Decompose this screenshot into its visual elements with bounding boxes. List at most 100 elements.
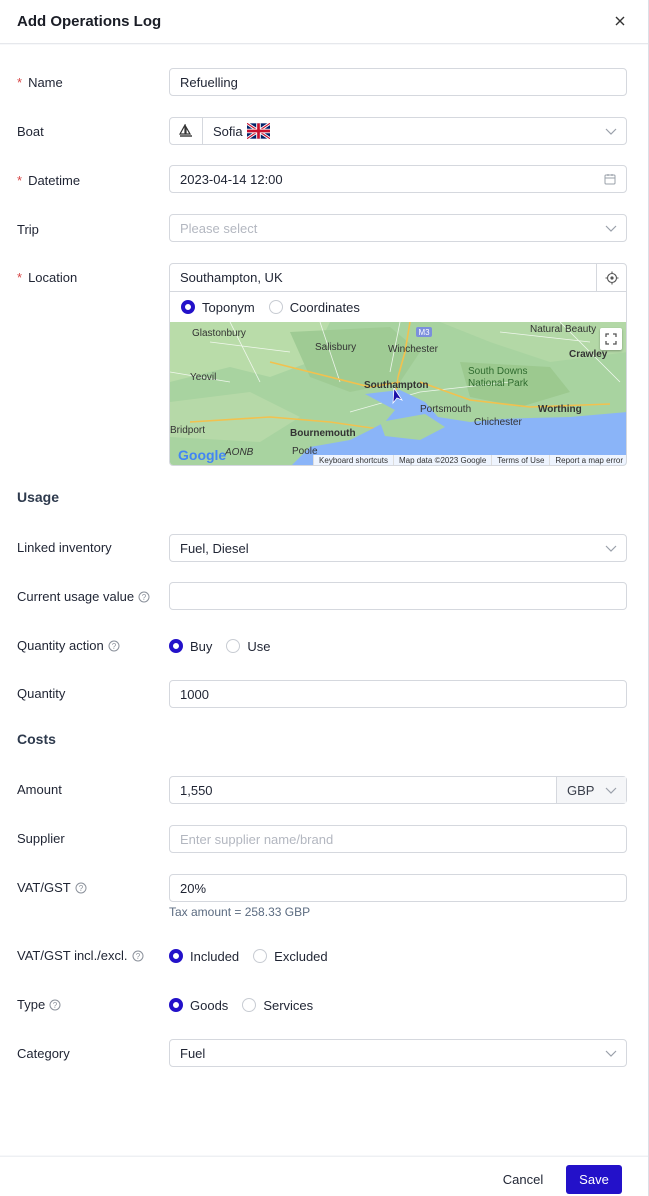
map-label-bridport: Bridport <box>170 425 205 436</box>
quantity-label: Quantity <box>17 686 66 701</box>
map-terms-link[interactable]: Terms of Use <box>491 455 549 465</box>
boat-value: Sofia <box>213 123 243 139</box>
currency-select[interactable]: GBP <box>556 777 626 803</box>
map-label-aonb: AONB <box>224 447 254 458</box>
radio-included-label: Included <box>190 948 240 964</box>
map-label-bournemouth: Bournemouth <box>290 428 356 439</box>
amount-input[interactable]: 1,550 <box>170 783 556 798</box>
map-canvas[interactable]: M3 Glastonbury Salisbury Winchester Natu… <box>170 322 627 466</box>
map-label-yeovil: Yeovil <box>190 372 216 383</box>
map-label-winchester: Winchester <box>388 344 439 355</box>
add-operations-log-modal: Add Operations Log * Name Refuelling Boa… <box>0 0 649 1196</box>
map-label-chichester: Chichester <box>474 417 522 428</box>
map-label-south-downs: South Downs <box>468 366 527 377</box>
quantity-action-group: Buy Use <box>169 637 271 655</box>
map-label-m3: M3 <box>418 328 430 337</box>
chevron-down-icon <box>605 225 617 232</box>
datetime-label: * Datetime <box>17 173 80 188</box>
radio-toponym[interactable]: Toponym <box>181 300 255 315</box>
map-keyboard-shortcuts[interactable]: Keyboard shortcuts <box>313 455 393 465</box>
vat-input[interactable]: 20% <box>169 874 627 902</box>
name-input[interactable]: Refuelling <box>169 68 627 96</box>
radio-dot <box>169 639 183 653</box>
datetime-value: 2023-04-14 12:00 <box>180 171 283 187</box>
radio-goods-label: Goods <box>190 997 229 1013</box>
fullscreen-icon[interactable] <box>600 328 622 350</box>
radio-dot <box>169 949 183 963</box>
map-label-worthing: Worthing <box>538 404 582 415</box>
svg-text:?: ? <box>111 642 116 651</box>
quantity-input[interactable]: 1000 <box>169 680 627 708</box>
category-label: Category <box>17 1046 70 1061</box>
datetime-input[interactable]: 2023-04-14 12:00 <box>169 165 627 193</box>
linked-inventory-value: Fuel, Diesel <box>180 540 249 556</box>
linked-inventory-select[interactable]: Fuel, Diesel <box>169 534 627 562</box>
name-label-text: Name <box>28 75 63 90</box>
radio-excluded-label: Excluded <box>274 948 328 964</box>
save-button[interactable]: Save <box>566 1165 622 1194</box>
google-logo: Google <box>178 447 226 463</box>
radio-dot <box>242 998 257 1012</box>
help-icon[interactable]: ? <box>138 591 150 603</box>
radio-use-label: Use <box>247 638 271 654</box>
quantity-action-label-text: Quantity action <box>17 638 104 653</box>
map-data-credit: Map data ©2023 Google <box>392 455 491 465</box>
radio-dot <box>268 300 283 314</box>
close-icon[interactable] <box>612 13 628 29</box>
map-label-glastonbury: Glastonbury <box>192 328 246 339</box>
location-box: Southampton, UK Toponym Coordinates M3 G… <box>169 263 627 466</box>
sailboat-icon <box>170 118 203 144</box>
type-label-text: Type <box>17 997 46 1012</box>
radio-toponym-label: Toponym <box>202 299 255 315</box>
svg-text:?: ? <box>135 952 140 961</box>
radio-dot <box>181 300 195 314</box>
amount-field: 1,550 GBP <box>169 776 627 804</box>
map-label-portsmouth: Portsmouth <box>420 404 471 415</box>
currency-value: GBP <box>567 782 595 798</box>
radio-goods[interactable]: Goods <box>169 998 228 1013</box>
costs-section-title: Costs <box>17 731 56 747</box>
radio-buy[interactable]: Buy <box>169 639 212 654</box>
name-value: Refuelling <box>180 74 238 90</box>
radio-use[interactable]: Use <box>226 638 271 654</box>
category-select[interactable]: Fuel <box>169 1039 627 1067</box>
type-group: Goods Services <box>169 996 313 1014</box>
location-value: Southampton, UK <box>180 270 283 285</box>
current-usage-input[interactable] <box>169 582 627 610</box>
chevron-down-icon <box>605 128 617 135</box>
vat-label-text: VAT/GST <box>17 880 71 895</box>
help-icon[interactable]: ? <box>132 950 144 962</box>
radio-buy-label: Buy <box>190 638 213 654</box>
modal-footer: Cancel Save <box>0 1156 648 1196</box>
required-mark: * <box>17 173 23 188</box>
radio-services[interactable]: Services <box>242 998 313 1013</box>
help-icon[interactable]: ? <box>75 882 87 894</box>
location-input[interactable]: Southampton, UK <box>170 264 626 292</box>
vat-incl-label: VAT/GST incl./excl. ? <box>17 948 144 963</box>
linked-inventory-label: Linked inventory <box>17 540 112 555</box>
cancel-button[interactable]: Cancel <box>488 1165 558 1193</box>
map-view[interactable]: M3 Glastonbury Salisbury Winchester Natu… <box>170 322 627 466</box>
map-report-error-link[interactable]: Report a map error <box>549 455 626 465</box>
radio-coordinates[interactable]: Coordinates <box>268 300 360 315</box>
trip-select[interactable]: Please select <box>169 214 627 242</box>
map-label-southampton: Southampton <box>364 380 428 391</box>
help-icon[interactable]: ? <box>108 640 120 652</box>
chevron-down-icon <box>605 787 617 794</box>
radio-excluded[interactable]: Excluded <box>253 948 328 964</box>
vat-label: VAT/GST ? <box>17 880 87 895</box>
current-usage-label: Current usage value ? <box>17 589 150 604</box>
chevron-down-icon <box>605 1050 617 1057</box>
radio-included[interactable]: Included <box>169 949 239 964</box>
supplier-input[interactable]: Enter supplier name/brand <box>169 825 627 853</box>
boat-select[interactable]: Sofia <box>169 117 627 145</box>
location-mode-group: Toponym Coordinates <box>170 292 626 322</box>
required-mark: * <box>17 75 23 90</box>
radio-dot <box>226 639 241 653</box>
locate-icon[interactable] <box>596 264 626 291</box>
location-label-text: Location <box>28 270 78 285</box>
current-usage-label-text: Current usage value <box>17 589 135 604</box>
map-label-crawley: Crawley <box>569 349 608 360</box>
help-icon[interactable]: ? <box>49 999 61 1011</box>
svg-text:?: ? <box>78 884 83 893</box>
